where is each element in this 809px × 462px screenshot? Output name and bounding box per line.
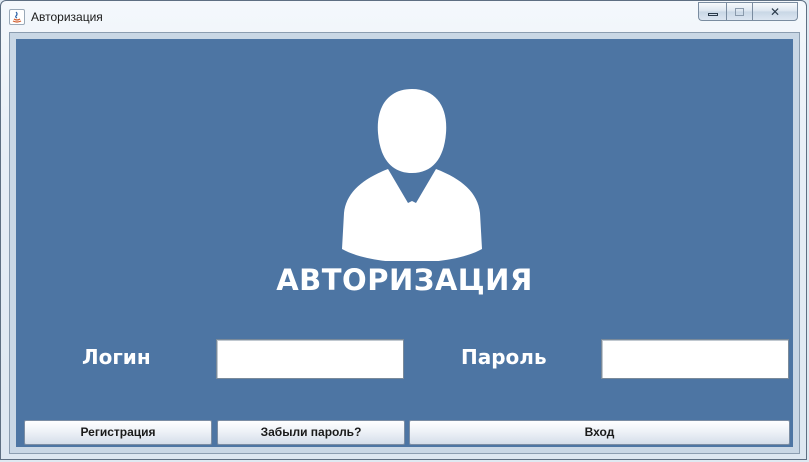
app-window: Авторизация ✕ АВТОРИЗАЦИЯ Логин Пароль Р… — [0, 0, 807, 460]
forgot-password-button[interactable]: Забыли пароль? — [217, 420, 405, 445]
java-app-icon — [9, 9, 25, 25]
password-input[interactable] — [601, 339, 789, 379]
password-label: Пароль — [461, 345, 547, 369]
auth-panel: АВТОРИЗАЦИЯ Логин Пароль Регистрация Заб… — [16, 39, 793, 447]
window-controls: ✕ — [698, 2, 798, 22]
close-button[interactable]: ✕ — [752, 2, 798, 21]
minimize-icon — [707, 13, 718, 16]
title-bar[interactable]: Авторизация ✕ — [1, 1, 806, 31]
user-avatar-icon — [342, 89, 482, 261]
maximize-button[interactable] — [726, 2, 752, 21]
maximize-icon — [735, 7, 744, 16]
page-title: АВТОРИЗАЦИЯ — [276, 263, 533, 297]
minimize-button[interactable] — [698, 2, 726, 21]
window-title: Авторизация — [31, 10, 103, 24]
login-label: Логин — [82, 345, 151, 369]
content-frame: АВТОРИЗАЦИЯ Логин Пароль Регистрация Заб… — [9, 32, 800, 454]
login-button[interactable]: Вход — [409, 420, 790, 445]
close-icon: ✕ — [769, 4, 781, 19]
login-input[interactable] — [216, 339, 404, 379]
register-button[interactable]: Регистрация — [24, 420, 212, 445]
